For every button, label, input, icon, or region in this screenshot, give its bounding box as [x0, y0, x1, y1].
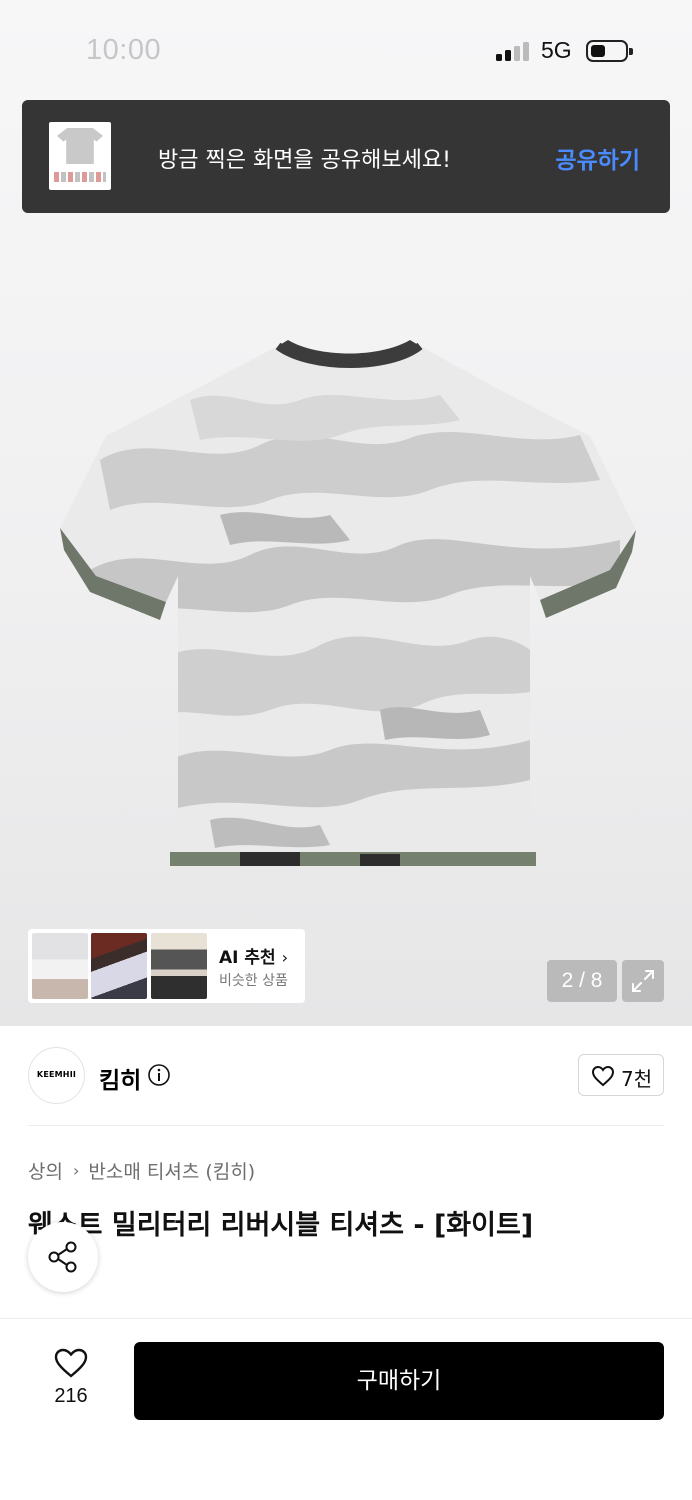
- ai-recommend-subtitle: 비슷한 상품: [219, 973, 288, 989]
- brand-like-count: 7천: [621, 1067, 653, 1091]
- network-label: 5G: [541, 37, 572, 63]
- share-floating-button[interactable]: [28, 1222, 98, 1292]
- buy-button[interactable]: 구매하기: [134, 1342, 664, 1420]
- toast-message: 방금 찍은 화면을 공유해보세요!: [158, 148, 451, 173]
- battery-icon: [586, 40, 633, 62]
- bottom-action-bar: 216 구매하기: [0, 1318, 692, 1500]
- chevron-right-icon: ›: [281, 948, 289, 967]
- wishlist-button[interactable]: 216: [40, 1347, 102, 1408]
- recommend-thumb-2: [91, 933, 147, 999]
- wishlist-count: 216: [54, 1385, 88, 1407]
- breadcrumb-category[interactable]: 상의: [28, 1157, 63, 1184]
- recommend-thumb-3: [151, 933, 207, 999]
- product-image[interactable]: [60, 340, 636, 870]
- brand-like-button[interactable]: 7천: [578, 1054, 664, 1096]
- brand-logo[interactable]: KEEMHII: [28, 1047, 85, 1104]
- brand-name[interactable]: 킴히: [99, 1061, 141, 1095]
- breadcrumb-subcategory[interactable]: 반소매 티셔츠 (킴히): [88, 1157, 255, 1184]
- ai-recommend-card[interactable]: AI 추천 › 비슷한 상품: [28, 929, 305, 1003]
- share-screenshot-toast: 방금 찍은 화면을 공유해보세요! 공유하기: [22, 100, 670, 213]
- signal-icon: [496, 42, 529, 61]
- product-title: 웨스트 밀리터리 리버시블 티셔츠 - [화이트]: [28, 1210, 534, 1241]
- share-icon: [48, 1241, 77, 1273]
- divider: [28, 1125, 664, 1126]
- breadcrumb: 상의 › 반소매 티셔츠 (킴히): [28, 1157, 255, 1184]
- chevron-right-icon: ›: [72, 1161, 80, 1180]
- share-button[interactable]: 공유하기: [555, 141, 640, 175]
- image-counter: 2 / 8: [547, 960, 617, 1002]
- heart-icon: [591, 1065, 615, 1087]
- status-time: 10:00: [86, 34, 162, 66]
- expand-icon[interactable]: [622, 960, 664, 1002]
- product-gallery[interactable]: 10:00 5G 방금 찍은 화면을 공유해보세요! 공유하기 AI 추천 › …: [0, 0, 692, 1026]
- heart-icon: [54, 1348, 88, 1378]
- ai-recommend-title: AI 추천 ›: [219, 948, 289, 968]
- recommend-thumb-1: [32, 933, 88, 999]
- screenshot-thumbnail[interactable]: [49, 122, 111, 190]
- info-icon[interactable]: [147, 1063, 171, 1087]
